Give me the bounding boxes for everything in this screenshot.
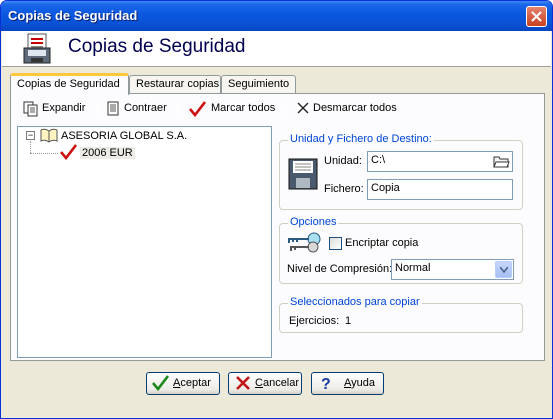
open-book-icon (40, 128, 58, 143)
mark-all-label: Marcar todos (211, 102, 276, 114)
floppy-disk-icon (288, 158, 318, 190)
cancel-button[interactable]: Cancelar (228, 372, 302, 395)
dialog-header: Copias de Seguridad (2, 31, 551, 67)
accept-button[interactable]: Aceptar (146, 372, 220, 395)
company-tree[interactable]: − ASESORIA GLOBAL S.A. 2006 EUR (17, 126, 272, 358)
encrypt-checkbox[interactable] (329, 237, 342, 250)
collapse-label: Contraer (124, 102, 167, 114)
exercises-count: 1 (345, 315, 352, 327)
close-icon (531, 11, 542, 22)
mark-all-button[interactable]: Marcar todos (189, 100, 277, 118)
compression-label: Nivel de Compresión: (287, 263, 393, 275)
tree-line (30, 153, 58, 154)
compression-select[interactable]: Normal (391, 259, 514, 280)
dropdown-button[interactable] (495, 261, 512, 278)
help-button[interactable]: ? Ayuda (311, 372, 384, 395)
toolbar-separator (285, 99, 286, 119)
tree-line (30, 141, 31, 153)
unit-value: C:\ (371, 154, 386, 166)
unmark-all-button[interactable]: Desmarcar todos (296, 100, 398, 118)
unmark-all-label: Desmarcar todos (313, 102, 397, 114)
checked-icon[interactable] (60, 144, 77, 160)
expand-label: Expandir (42, 102, 86, 114)
accept-label: Aceptar (173, 377, 211, 389)
destination-group: Unidad y Fichero de Destino: Unidad: C:\… (279, 133, 523, 210)
selected-group: Seleccionados para copiar Ejercicios: 1 (279, 296, 523, 333)
destination-group-title: Unidad y Fichero de Destino: (288, 133, 434, 145)
check-mark-icon (152, 375, 170, 391)
close-button[interactable] (526, 6, 547, 27)
svg-text:?: ? (321, 376, 331, 391)
open-folder-icon[interactable] (493, 154, 510, 169)
encrypt-label[interactable]: Encriptar copia (345, 237, 418, 249)
compression-value: Normal (395, 262, 431, 274)
selected-group-title: Seleccionados para copiar (288, 296, 422, 308)
keys-icon (288, 232, 321, 253)
tree-exercise-node[interactable]: 2006 EUR (80, 147, 135, 159)
options-group: Opciones Encriptar copia Nivel de Compre… (279, 216, 523, 284)
tree-company-node[interactable]: ASESORIA GLOBAL S.A. (61, 130, 187, 142)
tree-expander[interactable]: − (26, 131, 35, 140)
tab-panel: Expandir Contraer Marcar todos Desmarcar… (10, 93, 545, 361)
unit-field[interactable]: C:\ (367, 151, 513, 172)
check-mark-icon (189, 101, 206, 117)
cancel-icon (236, 376, 250, 390)
collapse-button[interactable]: Contraer (105, 100, 171, 118)
toolbar-separator (177, 99, 178, 119)
window-title: Copias de Seguridad (8, 8, 138, 23)
collapse-icon (107, 101, 119, 116)
cross-icon (297, 102, 309, 114)
question-mark-icon: ? (321, 376, 331, 391)
cancel-label: Cancelar (255, 377, 300, 389)
chevron-down-icon (500, 267, 508, 273)
exercises-label: Ejercicios: (289, 315, 340, 327)
unit-label: Unidad: (324, 155, 362, 167)
help-label: Ayuda (344, 377, 375, 389)
expand-button[interactable]: Expandir (23, 100, 95, 118)
file-field[interactable]: Copia (367, 179, 513, 200)
tab-tracking[interactable]: Seguimiento (221, 75, 296, 94)
options-group-title: Opciones (288, 216, 339, 228)
tab-restore[interactable]: Restaurar copias (129, 75, 221, 94)
tab-backups[interactable]: Copias de Seguridad (10, 73, 129, 95)
title-bar[interactable]: Copias de Seguridad (1, 1, 552, 31)
backup-icon (23, 33, 51, 64)
file-label: Fichero: (324, 183, 364, 195)
toolbar-separator (97, 99, 98, 119)
expand-icon (23, 101, 38, 117)
page-title: Copias de Seguridad (68, 36, 246, 57)
backup-dialog: Copias de Seguridad Copias de Seguridad … (0, 0, 553, 419)
